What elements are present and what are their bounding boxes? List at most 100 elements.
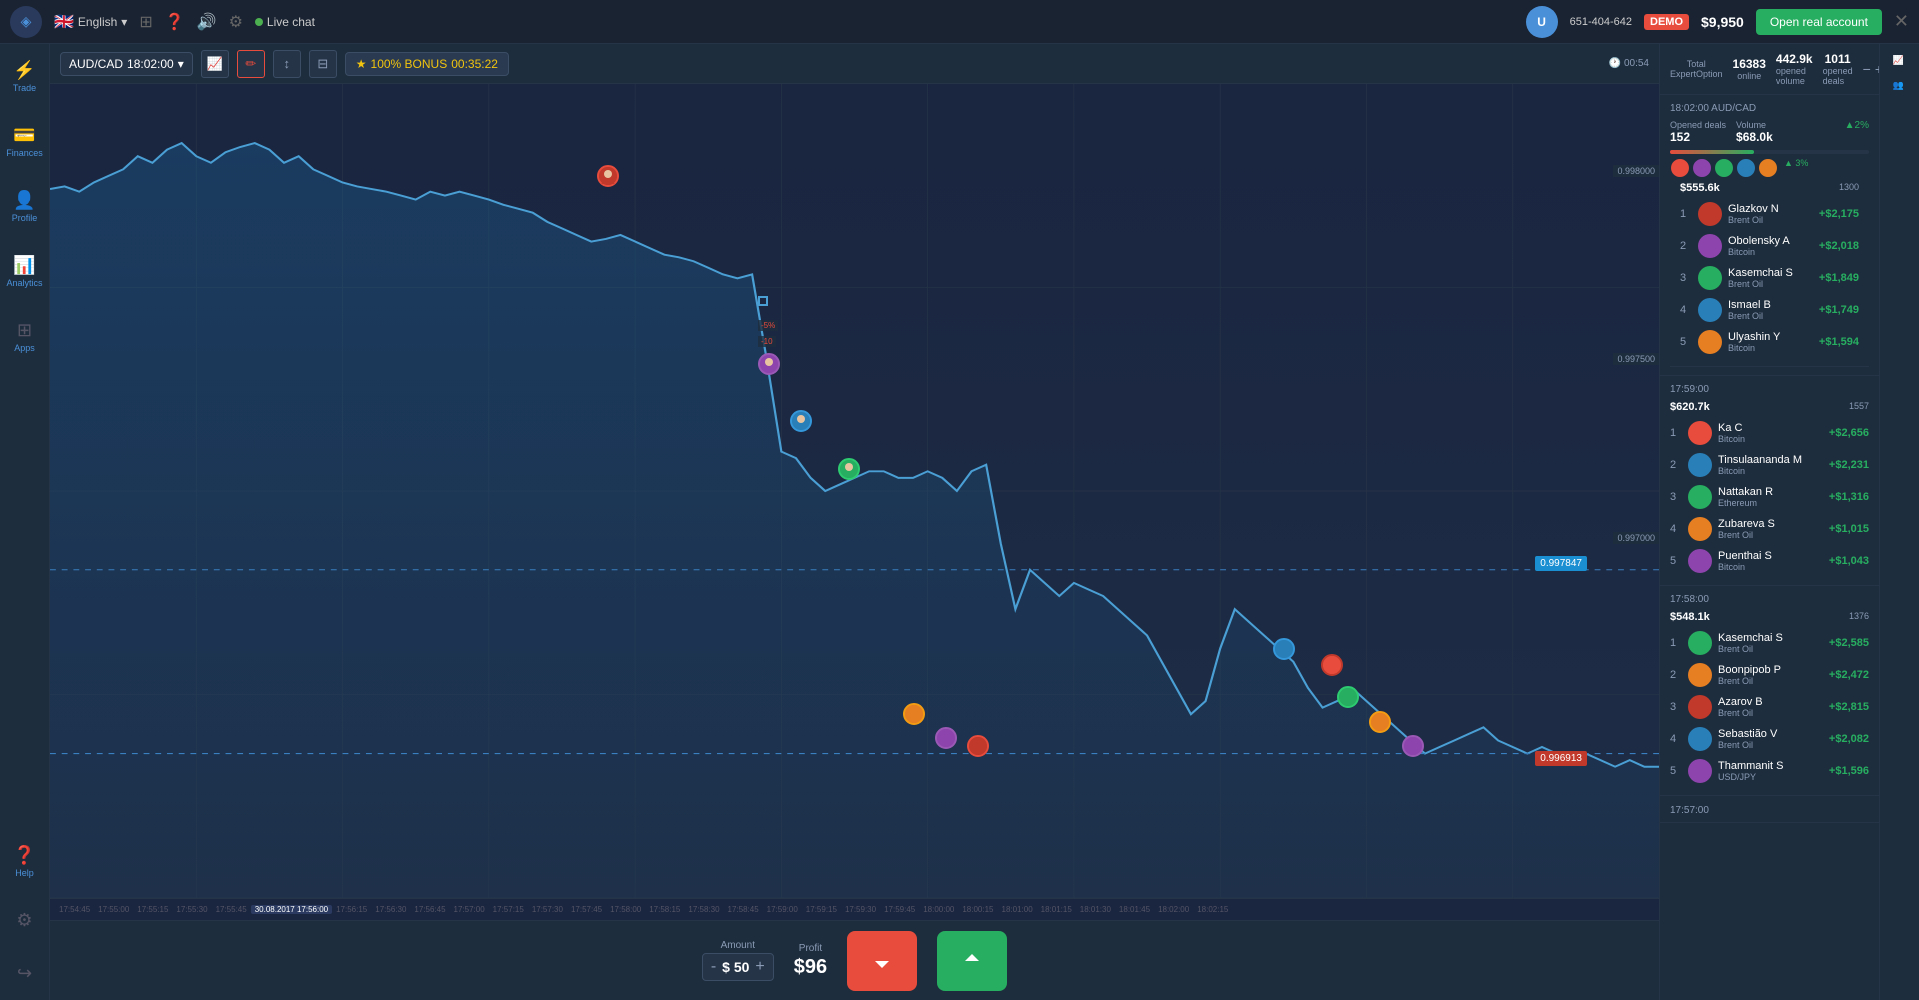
amount-plus-button[interactable]: + bbox=[755, 958, 764, 976]
lb-asset-17-59-5: Bitcoin bbox=[1718, 562, 1823, 572]
lb-name-2: Obolensky A bbox=[1728, 235, 1813, 247]
lb-asset-17-58-1: Brent Oil bbox=[1718, 644, 1823, 654]
lb-item-17-58-1: 1 Kasemchai S Brent Oil +$2,585 bbox=[1670, 627, 1869, 659]
scale-button[interactable]: ↕ bbox=[273, 50, 301, 78]
lb-info-17-59-5: Puenthai S Bitcoin bbox=[1718, 550, 1823, 572]
sidebar-item-analytics[interactable]: 📊 Analytics bbox=[2, 249, 46, 294]
panel-controls: − + ℹ bbox=[1863, 61, 1879, 78]
mini-avatar-1 bbox=[1670, 158, 1690, 178]
time-tick: 17:58:15 bbox=[645, 905, 684, 914]
close-button[interactable]: ✕ bbox=[1894, 11, 1909, 32]
lb-name-3: Kasemchai S bbox=[1728, 267, 1813, 279]
logout-icon: ↪ bbox=[17, 963, 32, 984]
lb-deals-label-18-02: 1300 bbox=[1839, 182, 1859, 194]
trade-down-button[interactable] bbox=[847, 931, 917, 991]
lb-name-17-58-1: Kasemchai S bbox=[1718, 632, 1823, 644]
indicators-button[interactable]: ⊟ bbox=[309, 50, 337, 78]
lb-info-17-58-3: Azarov B Brent Oil bbox=[1718, 696, 1823, 718]
left-sidebar: ⚡ Trade 💳 Finances 👤 Profile 📊 Analytics… bbox=[0, 44, 50, 1000]
info-icon[interactable]: ❓ bbox=[165, 12, 185, 32]
lb-name-5: Ulyashin Y bbox=[1728, 331, 1813, 343]
sidebar-item-settings[interactable]: ⚙ bbox=[12, 904, 36, 937]
time-tick: 18:01:45 bbox=[1115, 905, 1154, 914]
live-indicator bbox=[255, 18, 263, 26]
online-stat: 16383 online bbox=[1733, 57, 1766, 81]
progress-bar bbox=[1670, 150, 1754, 154]
settings-icon[interactable]: ⚙ bbox=[229, 12, 243, 32]
panel-minus-btn[interactable]: − bbox=[1863, 61, 1871, 78]
lb-rank-17-58-2: 2 bbox=[1670, 669, 1682, 681]
lb-info-3: Kasemchai S Brent Oil bbox=[1728, 267, 1813, 289]
grid-icon[interactable]: ⊞ bbox=[139, 12, 152, 32]
total-stat: Total ExpertOption bbox=[1670, 59, 1723, 79]
time-tick: 17:58:00 bbox=[606, 905, 645, 914]
tournament-17-59-header: 17:59:00 bbox=[1670, 384, 1869, 395]
finances-icon: 💳 bbox=[13, 125, 35, 146]
language-selector[interactable]: 🇬🇧 English ▾ bbox=[54, 12, 127, 32]
tournament-volume-value: $68.0k bbox=[1736, 130, 1835, 144]
open-real-account-button[interactable]: Open real account bbox=[1756, 9, 1882, 35]
sidebar-item-profile[interactable]: 👤 Profile bbox=[8, 184, 42, 229]
lb-profit-17-58-2: +$2,472 bbox=[1829, 669, 1869, 681]
lb-avatar-17-58-5 bbox=[1688, 759, 1712, 783]
lb-rank-17-58-1: 1 bbox=[1670, 637, 1682, 649]
sidebar-item-apps[interactable]: ⊞ Apps bbox=[10, 314, 39, 359]
bonus-button[interactable]: ★ 100% BONUS 00:35:22 bbox=[345, 52, 509, 76]
lb-profit-17-59-4: +$1,015 bbox=[1829, 523, 1869, 535]
lb-rank-17-59-5: 5 bbox=[1670, 555, 1682, 567]
lb-name-17-58-5: Thammanit S bbox=[1718, 760, 1823, 772]
lb-avatar-17-59-2 bbox=[1688, 453, 1712, 477]
amount-minus-button[interactable]: - bbox=[711, 958, 716, 976]
price-label-3: 0.997000 bbox=[1613, 532, 1659, 544]
chart-avatar-9 bbox=[1321, 654, 1343, 676]
bonus-timer: 00:35:22 bbox=[451, 57, 498, 71]
sidebar-item-trade[interactable]: ⚡ Trade bbox=[9, 54, 40, 99]
lb-avatar-17-59-3 bbox=[1688, 485, 1712, 509]
lb-info-17-59-4: Zubareva S Brent Oil bbox=[1718, 518, 1823, 540]
far-sidebar-social[interactable]: 👥 bbox=[1895, 81, 1905, 92]
lb-item-17-58-2: 2 Boonpipob P Brent Oil +$2,472 bbox=[1670, 659, 1869, 691]
far-sidebar-trends[interactable]: 📈 bbox=[1895, 54, 1905, 65]
sound-icon[interactable]: 🔊 bbox=[197, 12, 217, 32]
time-tick: 17:56:30 bbox=[371, 905, 410, 914]
price-label-2: 0.997500 bbox=[1613, 353, 1659, 365]
sidebar-item-finances[interactable]: 💳 Finances bbox=[2, 119, 47, 164]
sidebar-item-help[interactable]: ❓ Help bbox=[9, 839, 39, 884]
mini-avatar-2 bbox=[1692, 158, 1712, 178]
mini-avatar-3 bbox=[1714, 158, 1734, 178]
time-tick: 17:55:45 bbox=[212, 905, 251, 914]
panel-header: Total ExpertOption 16383 online 442.9k o… bbox=[1660, 44, 1879, 95]
pair-label: AUD/CAD bbox=[69, 57, 123, 71]
deals-count: 1011 bbox=[1825, 52, 1851, 66]
time-tick: 17:55:00 bbox=[94, 905, 133, 914]
sidebar-item-logout[interactable]: ↪ bbox=[13, 957, 36, 990]
livechat-button[interactable]: Live chat bbox=[255, 15, 315, 29]
lb-deals-17-59: 1557 bbox=[1849, 401, 1869, 413]
time-tick: 18:01:30 bbox=[1076, 905, 1115, 914]
chart-type-button[interactable]: 📈 bbox=[201, 50, 229, 78]
trade-up-button[interactable] bbox=[937, 931, 1007, 991]
total-label: Total bbox=[1687, 59, 1706, 69]
lb-volume-17-58: $548.1k bbox=[1670, 611, 1710, 623]
main-layout: ⚡ Trade 💳 Finances 👤 Profile 📊 Analytics… bbox=[0, 44, 1919, 1000]
lb-item-18-02-4: 4 Ismael B Brent Oil +$1,749 bbox=[1680, 294, 1859, 326]
sidebar-label-profile: Profile bbox=[12, 213, 38, 223]
chevron-down-icon: ▾ bbox=[121, 15, 127, 29]
lb-deals-17-58: 1376 bbox=[1849, 611, 1869, 623]
lb-name-17-59-4: Zubareva S bbox=[1718, 518, 1823, 530]
timeline-bar: 17:54:45 17:55:00 17:55:15 17:55:30 17:5… bbox=[50, 898, 1659, 920]
time-tick: 18:01:15 bbox=[1037, 905, 1076, 914]
chart-canvas[interactable]: 0.998000 0.997500 0.997000 0.997847 0.99… bbox=[50, 84, 1659, 898]
lb-name-17-58-3: Azarov B bbox=[1718, 696, 1823, 708]
lb-header-17-58: $548.1k 1376 bbox=[1670, 611, 1869, 623]
time-tick: 17:57:00 bbox=[450, 905, 489, 914]
pair-selector[interactable]: AUD/CAD 18:02:00 ▾ bbox=[60, 52, 193, 76]
profit-section: Profit $96 bbox=[794, 943, 827, 979]
lb-item-17-59-4: 4 Zubareva S Brent Oil +$1,015 bbox=[1670, 513, 1869, 545]
chart-area: AUD/CAD 18:02:00 ▾ 📈 ✏ ↕ ⊟ ★ 100% BONUS … bbox=[50, 44, 1659, 1000]
volume-change-pct: ▲2% bbox=[1845, 120, 1869, 144]
draw-button[interactable]: ✏ bbox=[237, 50, 265, 78]
lb-volume-17-59: $620.7k bbox=[1670, 401, 1710, 413]
volume-label: opened volume bbox=[1776, 66, 1813, 86]
lb-asset-17-58-3: Brent Oil bbox=[1718, 708, 1823, 718]
